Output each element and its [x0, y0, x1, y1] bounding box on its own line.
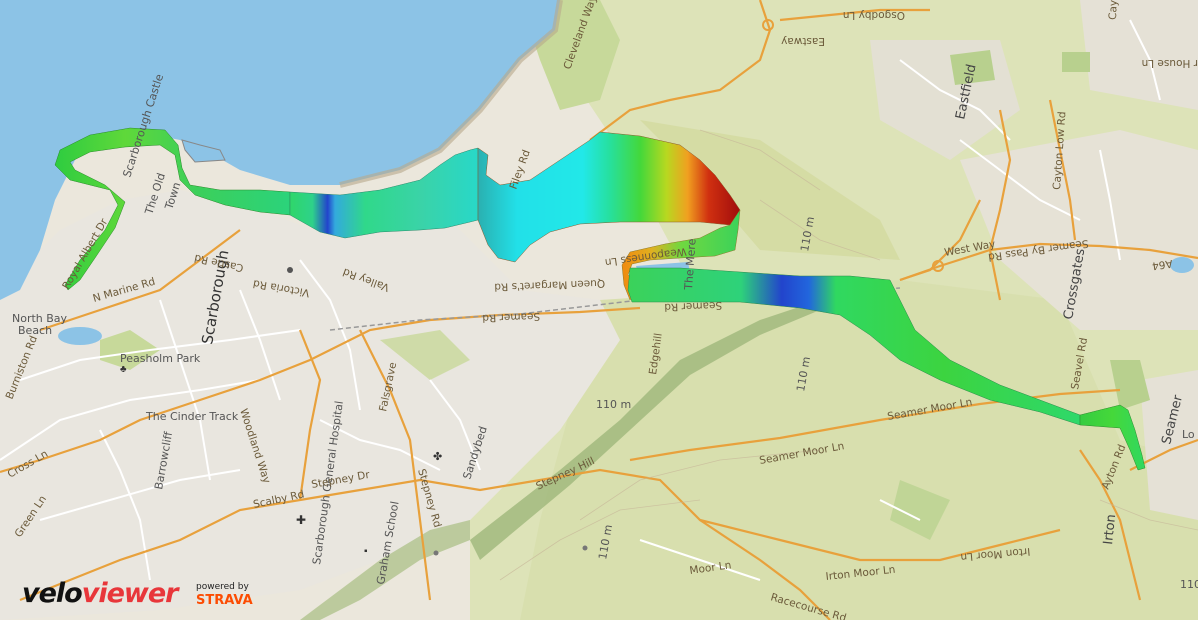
- map-view[interactable]: ✤ ✚ ▪ ♣ Scarborough North Bay Beach The …: [0, 0, 1198, 620]
- park-icon: ♣: [120, 364, 127, 375]
- label-seamer-rd-2: Seamer Rd: [664, 299, 722, 313]
- powered-by-text: powered by: [196, 582, 249, 592]
- poi-marker-icon: ✤: [433, 451, 442, 463]
- logo-viewer-text: viewer: [81, 578, 179, 609]
- label-irton: Irton: [1101, 514, 1119, 546]
- label-peasholm-park: Peasholm Park: [120, 352, 201, 365]
- label-beach: Beach: [18, 324, 52, 337]
- poi-dot-icon: [582, 545, 588, 551]
- cayton-field: [1062, 52, 1090, 72]
- logo-velo-text: velo: [22, 578, 83, 609]
- map-canvas[interactable]: ✤ ✚ ▪ ♣ Scarborough North Bay Beach The …: [0, 0, 1198, 620]
- powered-by-strava[interactable]: powered by STRAVA: [196, 582, 253, 608]
- hospital-icon: ✚: [296, 513, 306, 527]
- veloviewer-logo[interactable]: velo viewer: [22, 578, 179, 609]
- label-contour-110m: 110m: [1180, 578, 1198, 591]
- label-r-house-ln: r House Ln: [1142, 57, 1198, 69]
- label-eastway: Eastway: [781, 35, 825, 47]
- station-icon: [287, 267, 293, 273]
- label-osgodby-ln: Osgodby Ln: [843, 9, 905, 21]
- label-the-cinder-track: The Cinder Track: [145, 410, 239, 423]
- label-lo: Lo: [1182, 428, 1195, 441]
- label-cayton: Cayton: [1107, 0, 1120, 20]
- strava-logo: STRAVA: [196, 593, 253, 608]
- poi-dot-icon-2: [433, 550, 439, 556]
- label-seamer-rd: Seamer Rd: [482, 310, 540, 324]
- school-icon: ▪: [364, 546, 368, 557]
- label-contour-110m-e: 110 m: [596, 398, 631, 411]
- peasholm-lake: [58, 327, 102, 345]
